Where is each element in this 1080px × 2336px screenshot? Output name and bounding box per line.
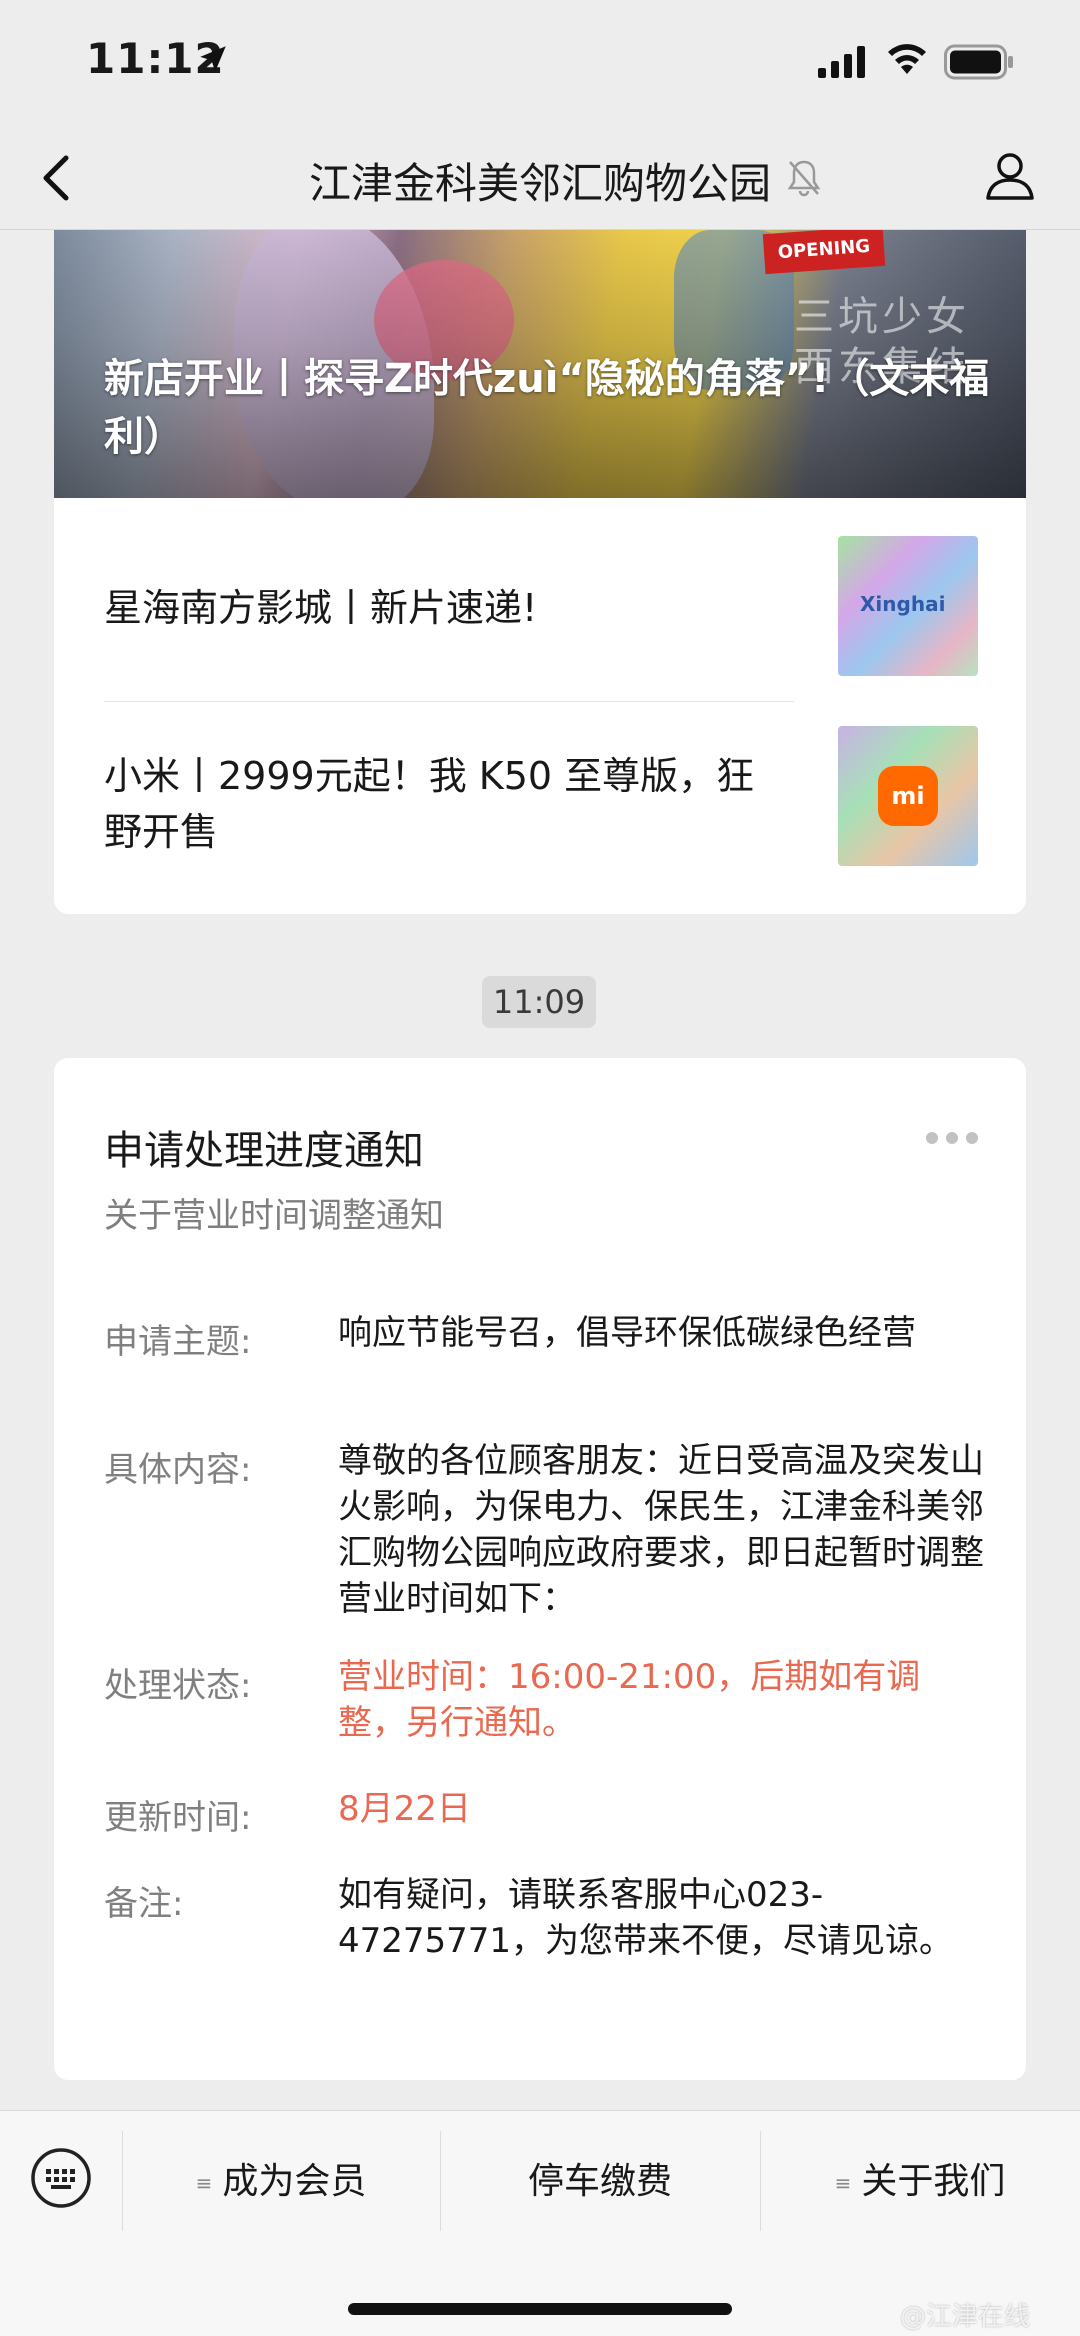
field-value: 尊敬的各位顾客朋友：近日受高温及突发山火影响，为保电力、保民生，江津金科美邻汇购…: [338, 1441, 984, 1619]
menu-item-about[interactable]: ≡ 关于我们: [760, 2157, 1080, 2207]
field-label: 具体内容:: [104, 1450, 252, 1490]
xiaomi-logo: mi: [878, 766, 938, 826]
notice-title: 申请处理进度通知: [104, 1128, 424, 1174]
home-indicator[interactable]: [348, 2303, 732, 2315]
cellular-signal-icon: [818, 46, 865, 78]
field-label: 备注:: [104, 1884, 184, 1924]
page-title: 江津金科美邻汇购物公园: [308, 159, 771, 208]
notice-card[interactable]: 申请处理进度通知 关于营业时间调整通知 申请主题: 响应节能号召，倡导环保低碳绿…: [54, 1058, 1026, 2080]
article-thumbnail[interactable]: Xinghai: [838, 536, 978, 676]
article-item[interactable]: 星海南方影城丨新片速递!: [104, 498, 794, 702]
field-label: 更新时间:: [104, 1798, 252, 1838]
menu-item-label: 成为会员: [222, 2161, 367, 2202]
article-title: 星海南方影城丨新片速递!: [104, 586, 538, 630]
message-timestamp: 11:09: [482, 976, 596, 1028]
notice-subtitle: 关于营业时间调整通知: [104, 1196, 444, 1236]
battery-icon: [944, 44, 1013, 80]
cover-article[interactable]: OPENING 三坑少女 西东集结 新店开业丨探寻Z时代zuì“隐秘的角落”!（…: [54, 230, 1026, 498]
thumbnail-logo: Xinghai: [860, 592, 946, 616]
menu-item-label: 关于我们: [861, 2161, 1006, 2202]
status-bar: 11:12: [0, 0, 1080, 126]
status-value: 营业时间：16:00-21:00，后期如有调整，另行通知。: [338, 1657, 921, 1743]
menu-item-parking[interactable]: 停车缴费: [440, 2157, 760, 2207]
update-time-value: 8月22日: [338, 1789, 471, 1829]
article-title: 小米丨2999元起！我 K50 至尊版，狂野开售: [104, 754, 755, 854]
article-thumbnail[interactable]: mi: [838, 726, 978, 866]
article-card: OPENING 三坑少女 西东集结 新店开业丨探寻Z时代zuì“隐秘的角落”!（…: [54, 230, 1026, 914]
field-label: 申请主题:: [104, 1322, 252, 1362]
field-value: 如有疑问，请联系客服中心023-47275771，为您带来不便，尽请见谅。: [338, 1875, 954, 1961]
keyboard-icon[interactable]: [30, 2147, 92, 2209]
submenu-icon: ≡: [834, 2171, 852, 2195]
location-arrow-icon: [200, 46, 226, 72]
muted-bell-icon: [787, 160, 821, 197]
article-item[interactable]: 小米丨2999元起！我 K50 至尊版，狂野开售: [104, 702, 794, 906]
more-options-icon[interactable]: [924, 1130, 980, 1146]
profile-icon[interactable]: [982, 148, 1038, 204]
submenu-icon: ≡: [195, 2171, 213, 2195]
menu-item-label: 停车缴费: [527, 2161, 672, 2202]
field-label: 处理状态:: [104, 1666, 252, 1706]
menu-item-membership[interactable]: ≡ 成为会员: [122, 2157, 440, 2207]
wifi-icon: [888, 44, 926, 74]
field-value: 响应节能号召，倡导环保低碳绿色经营: [338, 1313, 916, 1353]
cover-title: 新店开业丨探寻Z时代zuì“隐秘的角落”!（文末福利）: [104, 356, 990, 460]
watermark: @江津在线: [900, 2302, 1031, 2332]
nav-bar: 江津金科美邻汇购物公园: [0, 126, 1080, 230]
